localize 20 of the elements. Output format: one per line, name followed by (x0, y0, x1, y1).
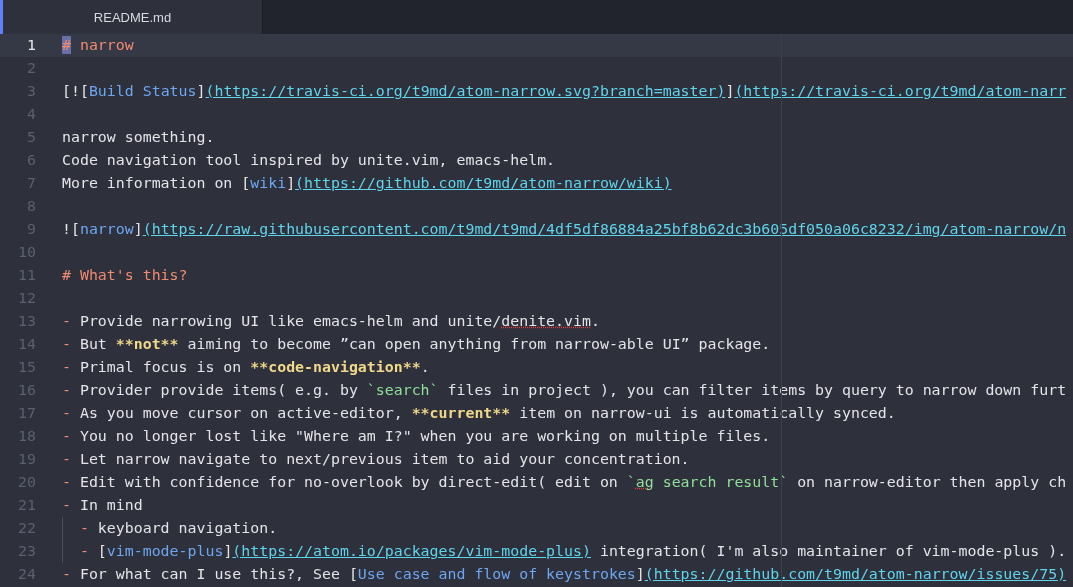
code-line: - Provider provide items( e.g. by `search` files in project ), you can filter items by query to narrow down furt (62, 381, 1067, 399)
code-line: narrow something. (62, 128, 215, 146)
code-line: # What's this? (62, 266, 188, 284)
code-line: - Provide narrowing UI like emacs-helm and unite/denite.vim. (62, 312, 600, 330)
code-line: - In mind (62, 496, 143, 514)
code-line: - You no longer lost like "Where am I?" when you are working on multiple files. (62, 427, 771, 445)
code-line: # narrow (62, 36, 134, 54)
code-line: More information on [wiki](https://github.com/t9md/atom-narrow/wiki) (62, 174, 672, 192)
code-line: ![narrow](https://raw.githubusercontent.com/t9md/t9md/4df5df86884a25bf8b62dc3b605df050a06c8232/img/atom-narrow/n (62, 220, 1067, 238)
code-line: - keyboard navigation. (62, 519, 278, 537)
code-line: - Primal focus is on **code-navigation**. (62, 358, 430, 376)
code-line: Code navigation tool inspired by unite.vim, emacs-helm. (62, 151, 556, 169)
line-number: 1 (0, 34, 50, 57)
code-line: [![Build Status](https://travis-ci.org/t9md/atom-narrow.svg?branch=master)](https://travis-ci.org/t9md/atom-narr (62, 82, 1067, 100)
code-line: - For what can I use this?, See [Use case and flow of keystrokes](https://github.com/t9md/atom-narrow/issues/75) (62, 565, 1067, 583)
code-line: - As you move cursor on active-editor, **current** item on narrow-ui is automatically synced. (62, 404, 896, 422)
code-line: - But **not** aiming to become ”can open anything from narrow-able UI” package. (62, 335, 771, 353)
code-line: - Edit with confidence for no-overlook by direct-edit( edit on `ag search result` on narrow-editor then apply ch (62, 473, 1067, 491)
editor-tab[interactable]: README.md (0, 0, 263, 34)
code-line: - Let narrow navigate to next/previous item to aid your concentration. (62, 450, 690, 468)
